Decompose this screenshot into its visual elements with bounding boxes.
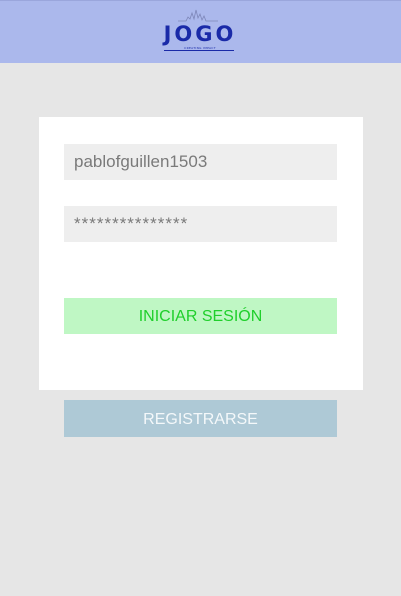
password-input[interactable] — [64, 206, 337, 242]
logo-wordmark: JOGO — [163, 22, 237, 46]
register-button[interactable]: REGISTRARSE — [64, 400, 337, 437]
jogo-logo: JOGO CREATING IMPACT — [162, 5, 238, 57]
logo-underline — [164, 50, 234, 51]
skyline-icon — [178, 9, 218, 22]
login-card: INICIAR SESIÓN — [39, 117, 363, 390]
username-input[interactable] — [64, 144, 337, 180]
app-header: JOGO CREATING IMPACT — [0, 0, 401, 63]
login-button[interactable]: INICIAR SESIÓN — [64, 298, 337, 334]
